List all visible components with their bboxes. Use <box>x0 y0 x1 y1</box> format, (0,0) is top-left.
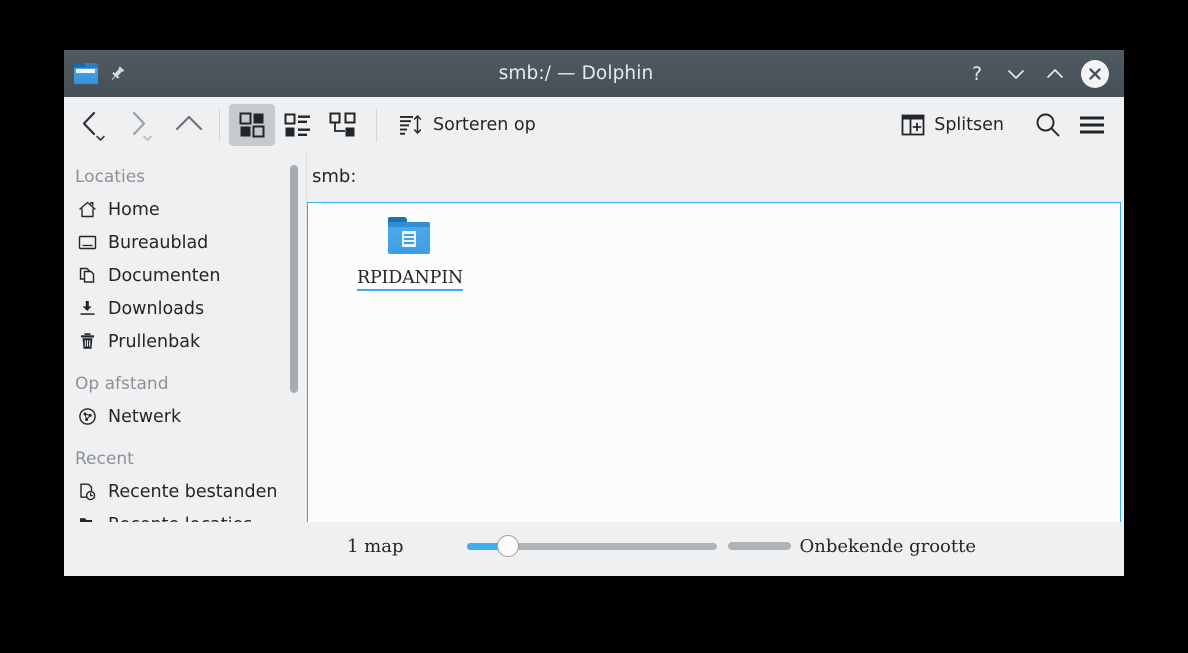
sidebar-item-label: Home <box>108 199 160 220</box>
window-title: smb:/ — Dolphin <box>498 63 654 84</box>
sidebar-heading-recent: Recent <box>75 449 134 469</box>
network-folder-icon <box>386 217 434 261</box>
main-pane: smb: RPIDANPIN <box>306 152 1124 524</box>
zoom-slider-handle[interactable] <box>496 535 519 557</box>
zoom-slider[interactable] <box>466 535 717 557</box>
sidebar-item-downloads[interactable]: Downloads <box>64 292 306 325</box>
titlebar-buttons: ? <box>964 59 1124 88</box>
toolbar-separator-2 <box>376 107 377 142</box>
search-icon <box>1034 111 1062 139</box>
minimize-button[interactable] <box>1003 61 1028 86</box>
view-compact-button[interactable] <box>275 104 321 146</box>
up-button[interactable] <box>168 106 210 144</box>
sidebar-heading-op-afstand: Op afstand <box>75 374 169 394</box>
help-button[interactable]: ? <box>964 61 989 86</box>
sidebar-item-label: Prullenbak <box>108 331 201 352</box>
sidebar-scrollbar-thumb[interactable] <box>290 165 298 393</box>
sort-by-label: Sorteren op <box>433 114 536 135</box>
search-button[interactable] <box>1026 106 1070 144</box>
sidebar-scrollbar[interactable] <box>290 152 298 522</box>
window-titlebar[interactable]: smb:/ — Dolphin ? <box>64 50 1124 97</box>
folder-icon <box>74 63 98 84</box>
titlebar-left-group <box>64 63 194 84</box>
close-button[interactable] <box>1081 59 1109 88</box>
current-location-label: smb: <box>312 166 357 187</box>
sidebar-item-label: Netwerk <box>108 406 182 427</box>
trash-icon <box>78 332 97 351</box>
svg-text:?: ? <box>971 63 981 85</box>
recent-files-icon <box>78 482 97 501</box>
sidebar-heading-locaties: Locaties <box>75 167 146 187</box>
sidebar-item-prullenbak[interactable]: Prullenbak <box>64 325 306 358</box>
free-space-label: Onbekende grootte <box>799 535 977 557</box>
menu-button[interactable] <box>1070 106 1114 144</box>
back-button[interactable] <box>72 105 120 145</box>
download-icon <box>78 299 97 318</box>
window-body: Locaties Home Bureaublad Documenten Down… <box>64 152 1124 524</box>
split-icon <box>901 113 925 137</box>
documents-icon <box>78 266 97 285</box>
hamburger-menu-icon <box>1078 113 1106 137</box>
sort-icon <box>398 112 424 138</box>
home-icon <box>78 200 97 219</box>
sidebar-item-label: Documenten <box>108 265 221 286</box>
sidebar-item-recente-locaties[interactable]: Recente locaties <box>64 508 306 522</box>
sidebar-item-home[interactable]: Home <box>64 193 306 226</box>
sidebar-item-label: Recente locaties <box>108 515 252 523</box>
view-details-button[interactable] <box>321 104 367 146</box>
pin-icon[interactable] <box>108 65 126 83</box>
sidebar-item-label: Recente bestanden <box>108 481 278 502</box>
maximize-button[interactable] <box>1042 61 1067 86</box>
forward-button[interactable] <box>120 105 168 145</box>
file-item[interactable]: RPIDANPIN <box>354 217 466 292</box>
status-bar: 1 map Onbekende grootte <box>64 522 1124 570</box>
sidebar-item-recente-bestanden[interactable]: Recente bestanden <box>64 475 306 508</box>
item-count-label: 1 map <box>347 535 404 557</box>
places-sidebar[interactable]: Locaties Home Bureaublad Documenten Down… <box>64 152 306 522</box>
dolphin-window: smb:/ — Dolphin ? Sorteren op Splitsen L… <box>64 50 1124 576</box>
main-toolbar: Sorteren op Splitsen <box>64 97 1124 152</box>
split-label: Splitsen <box>934 114 1004 135</box>
sidebar-item-documenten[interactable]: Documenten <box>64 259 306 292</box>
desktop-icon <box>78 233 97 252</box>
sidebar-item-label: Downloads <box>108 298 205 319</box>
sidebar-item-label: Bureaublad <box>108 232 209 253</box>
screen: smb:/ — Dolphin ? Sorteren op Splitsen L… <box>0 0 1188 653</box>
sidebar-item-netwerk[interactable]: Netwerk <box>64 400 306 433</box>
toolbar-separator-1 <box>219 107 220 142</box>
free-space-bar <box>727 542 791 550</box>
recent-locations-icon <box>78 515 97 522</box>
network-icon <box>78 407 97 426</box>
navigation-group <box>72 105 210 145</box>
view-icons-button[interactable] <box>229 103 275 146</box>
sort-by-button[interactable]: Sorteren op <box>388 106 546 144</box>
sidebar-item-bureaublad[interactable]: Bureaublad <box>64 226 306 259</box>
file-view[interactable]: RPIDANPIN <box>307 202 1121 524</box>
file-item-label: RPIDANPIN <box>356 268 463 292</box>
split-button[interactable]: Splitsen <box>891 106 1014 144</box>
file-view-items: RPIDANPIN <box>308 203 1120 292</box>
view-modes-group <box>229 103 367 146</box>
